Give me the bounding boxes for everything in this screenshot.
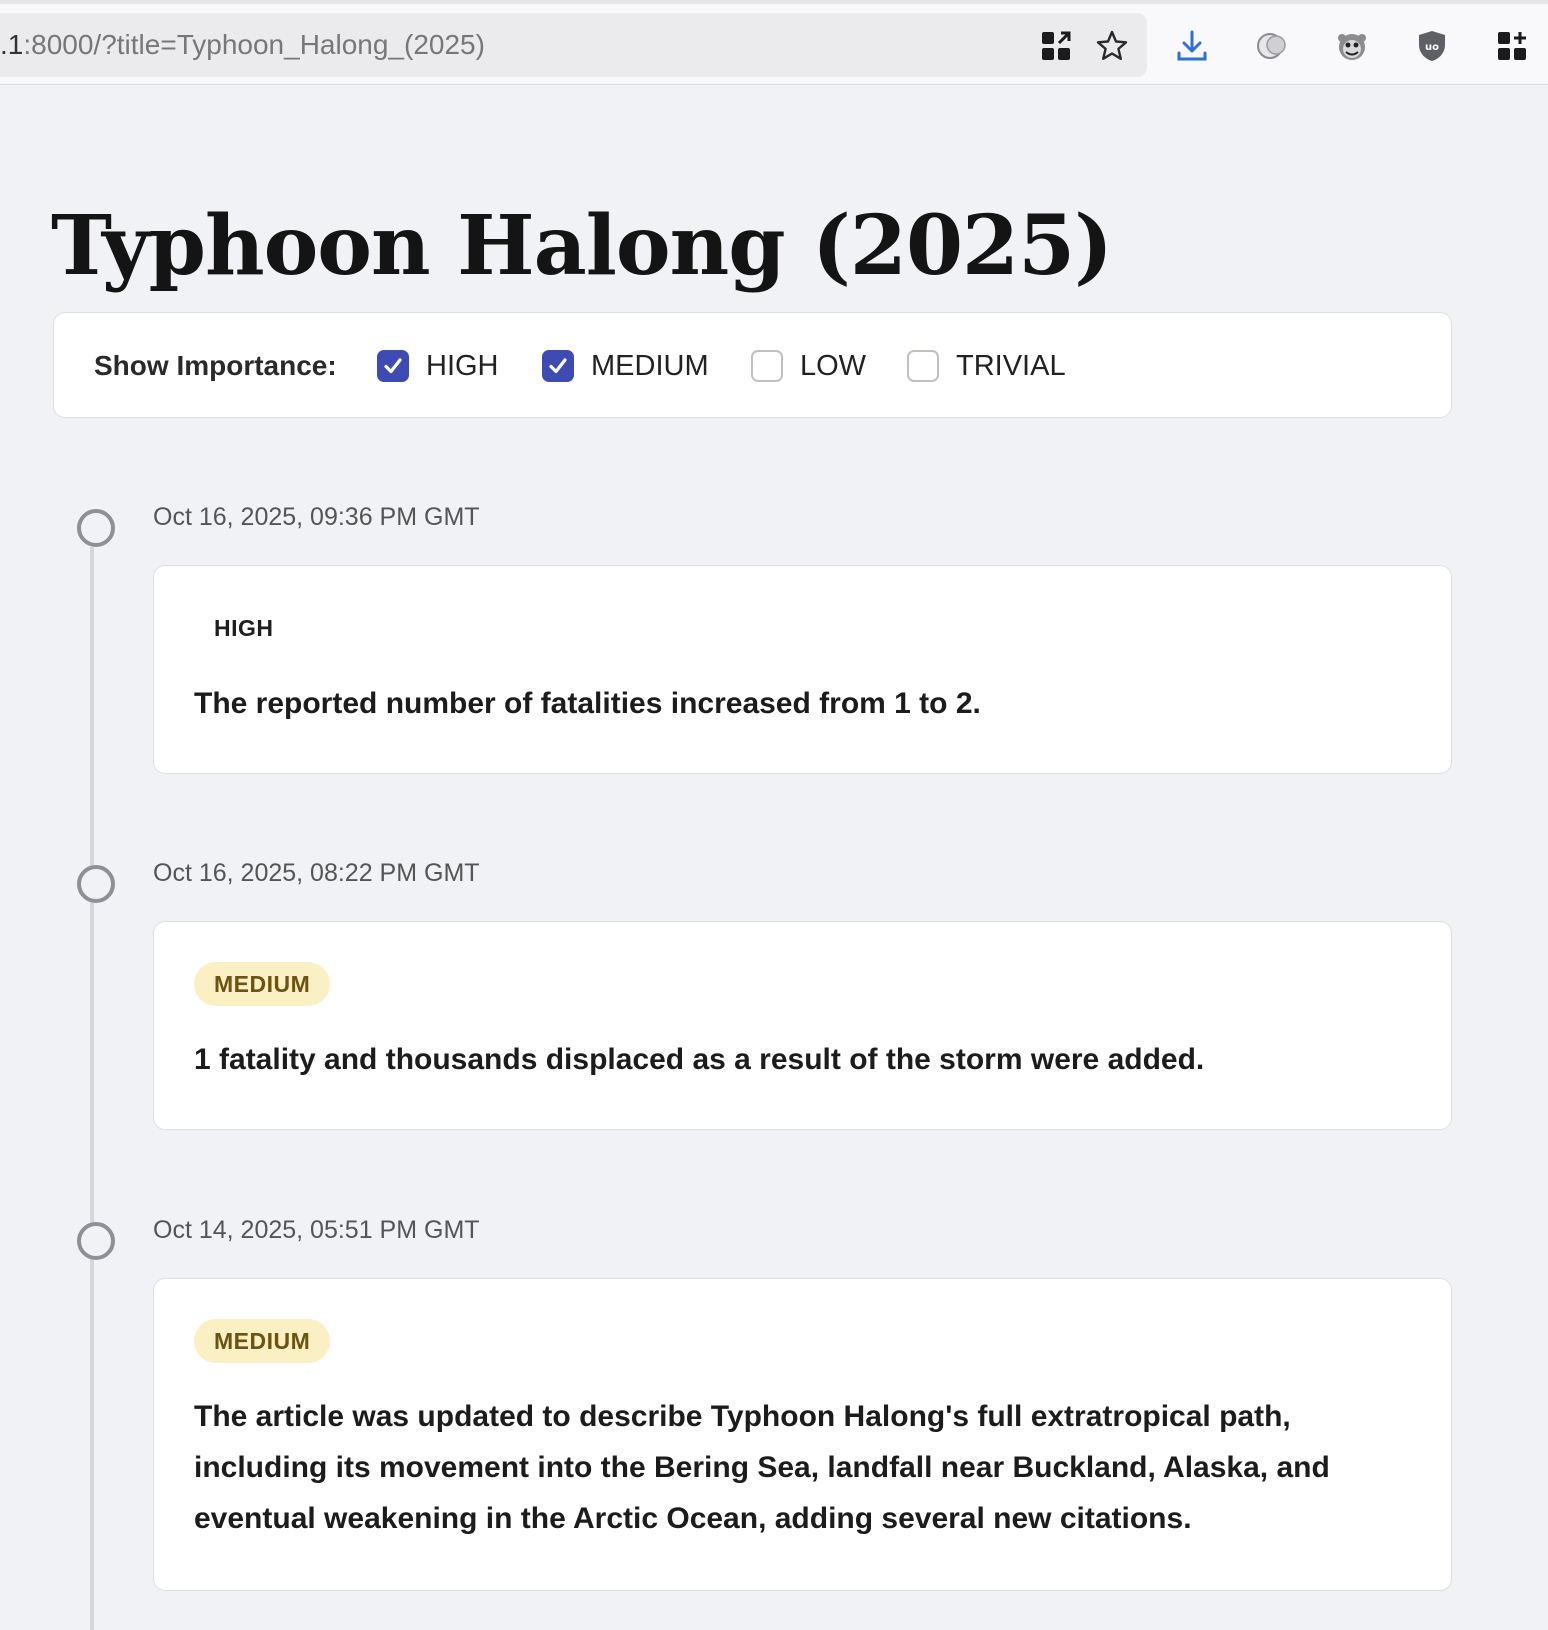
extension-monkey-icon[interactable] (1330, 24, 1374, 68)
checkmark-icon (549, 358, 567, 374)
filter-option-trivial[interactable]: TRIVIAL (907, 313, 1066, 419)
checkmark-icon (384, 358, 402, 374)
filter-option-low[interactable]: LOW (751, 313, 866, 419)
timeline-dot (77, 1222, 115, 1260)
importance-badge: HIGH (194, 606, 294, 650)
extension-bubble-icon[interactable] (1250, 24, 1294, 68)
svg-text:uo: uo (1425, 42, 1439, 53)
extensions-grid-icon[interactable] (1490, 24, 1534, 68)
url-host: .1 (0, 29, 24, 60)
low-checkbox[interactable] (751, 350, 783, 382)
timeline-dot (77, 865, 115, 903)
entry-description: The reported number of fatalities increa… (194, 687, 981, 720)
timeline-line (90, 547, 94, 1630)
medium-checkbox[interactable] (542, 350, 574, 382)
page-title: Typhoon Halong (2025) (51, 198, 1113, 294)
timeline-card: HIGH The reported number of fatalities i… (153, 565, 1452, 774)
entry-description: The article was updated to describe Typh… (194, 1400, 1330, 1535)
entry-timestamp: Oct 16, 2025, 09:36 PM GMT (153, 503, 480, 531)
entry-description: 1 fatality and thousands displaced as a … (194, 1043, 1205, 1076)
ublock-shield-icon[interactable]: uo (1410, 24, 1454, 68)
filter-option-label: TRIVIAL (956, 349, 1066, 382)
importance-badge: MEDIUM (194, 962, 331, 1006)
filter-option-high[interactable]: HIGH (377, 313, 499, 419)
filter-option-label: HIGH (426, 349, 499, 382)
url-text[interactable]: .1:8000/?title=Typhoon_Halong_(2025) (0, 13, 485, 77)
importance-badge: MEDIUM (194, 1319, 331, 1363)
entry-timestamp: Oct 16, 2025, 08:22 PM GMT (153, 859, 480, 887)
address-bar[interactable]: .1:8000/?title=Typhoon_Halong_(2025) (0, 13, 1147, 77)
timeline-dot (77, 509, 115, 547)
timeline-card: MEDIUM 1 fatality and thousands displace… (153, 921, 1452, 1130)
qr-code-icon[interactable] (1034, 24, 1078, 68)
trivial-checkbox[interactable] (907, 350, 939, 382)
filter-option-label: LOW (800, 349, 867, 382)
filter-option-medium[interactable]: MEDIUM (542, 313, 709, 419)
browser-toolbar: .1:8000/?title=Typhoon_Halong_(2025) uo (0, 0, 1548, 85)
timeline-card: MEDIUM The article was updated to descri… (153, 1278, 1452, 1591)
filter-option-label: MEDIUM (591, 349, 709, 382)
high-checkbox[interactable] (377, 350, 409, 382)
download-icon[interactable] (1170, 24, 1214, 68)
importance-filter-bar: Show Importance: HIGH MEDIUM LOW TRIVIAL (53, 312, 1452, 418)
filter-label: Show Importance: (94, 350, 337, 381)
url-path: :8000/?title=Typhoon_Halong_(2025) (23, 29, 485, 60)
entry-timestamp: Oct 14, 2025, 05:51 PM GMT (153, 1216, 480, 1244)
bookmark-star-icon[interactable] (1090, 24, 1134, 68)
